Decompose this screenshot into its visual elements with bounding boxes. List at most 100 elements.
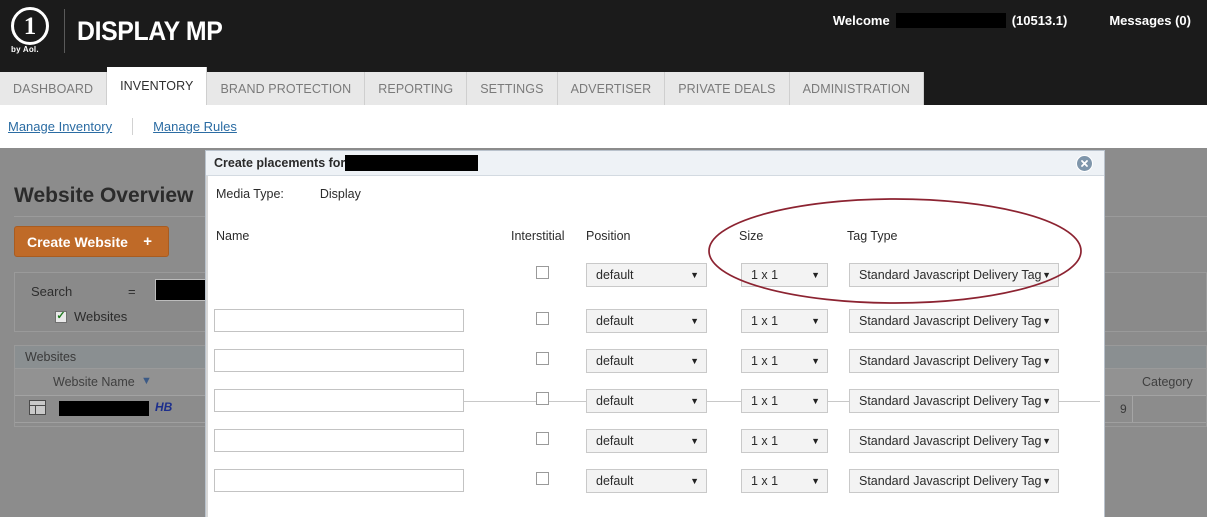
size-select[interactable]: 1 x 1 ▼ [741,263,828,287]
size-value: 1 x 1 [751,434,779,448]
tag-type-value: Standard Javascript Delivery Tag [859,354,1042,368]
tag-type-value: Standard Javascript Delivery Tag [859,268,1042,282]
logo-divider [64,9,65,53]
tab-advertiser[interactable]: ADVERTISER [557,72,666,105]
chevron-down-icon: ▼ [690,435,699,446]
logo-number: 1 [11,7,49,45]
chevron-down-icon: ▼ [811,435,820,446]
interstitial-checkbox[interactable] [536,312,549,325]
placement-row: default ▼ 1 x 1 ▼ Standard Javascript De… [206,381,1104,421]
media-type-row: Media Type: Display [216,187,361,201]
tab-private-deals[interactable]: PRIVATE DEALS [665,72,790,105]
chevron-down-icon: ▼ [1042,475,1051,486]
chevron-down-icon: ▼ [1042,355,1051,366]
chevron-down-icon: ▼ [690,475,699,486]
position-select[interactable]: default ▼ [586,309,707,333]
nav-tab-list: DASHBOARD INVENTORY BRAND PROTECTION REP… [0,67,925,105]
interstitial-checkbox[interactable] [536,432,549,445]
placement-name-input[interactable] [214,469,464,492]
tag-type-select[interactable]: Standard Javascript Delivery Tag ▼ [849,429,1059,453]
position-value: default [596,394,634,408]
create-placements-modal: Create placements for Media Type: Displa… [205,150,1105,517]
header-bidding-badge: HB [155,400,173,414]
tag-type-value: Standard Javascript Delivery Tag [859,314,1042,328]
interstitial-checkbox[interactable] [536,266,549,279]
position-value: default [596,474,634,488]
size-select[interactable]: 1 x 1 ▼ [741,469,828,493]
tab-settings[interactable]: SETTINGS [467,72,558,105]
subnav-divider [132,118,134,135]
tag-type-value: Standard Javascript Delivery Tag [859,394,1042,408]
redacted-username [895,13,1006,28]
chevron-down-icon: ▼ [811,269,820,280]
welcome-block: Welcome (10513.1) [832,13,1067,28]
placement-name-input[interactable] [214,349,464,372]
tag-type-select[interactable]: Standard Javascript Delivery Tag ▼ [849,263,1059,287]
search-operator: = [128,284,136,299]
column-website-name[interactable]: Website Name [53,375,135,389]
tag-type-select[interactable]: Standard Javascript Delivery Tag ▼ [849,309,1059,333]
placement-row: default ▼ 1 x 1 ▼ Standard Javascript De… [206,301,1104,341]
welcome-label: Welcome [832,13,890,28]
position-value: default [596,314,634,328]
websites-checkbox-label: Websites [74,309,128,324]
page-title: Website Overview [14,184,194,207]
messages-link[interactable]: Messages (0) [1109,13,1191,28]
header-size: Size [739,229,764,243]
placement-rows: default ▼ 1 x 1 ▼ Standard Javascript De… [206,255,1104,501]
position-select[interactable]: default ▼ [586,263,707,287]
interstitial-checkbox[interactable] [536,392,549,405]
size-select[interactable]: 1 x 1 ▼ [741,429,828,453]
websites-checkbox[interactable]: ✓ [55,310,67,323]
position-select[interactable]: default ▼ [586,429,707,453]
chevron-down-icon: ▼ [811,475,820,486]
category-count: 9 [1120,402,1127,416]
chevron-down-icon: ▼ [1042,315,1051,326]
position-value: default [596,268,634,282]
size-select[interactable]: 1 x 1 ▼ [741,309,828,333]
chevron-down-icon: ▼ [690,269,699,280]
position-select[interactable]: default ▼ [586,469,707,493]
create-website-button[interactable]: Create Website + [14,226,169,257]
tag-type-value: Standard Javascript Delivery Tag [859,474,1042,488]
brand-logo[interactable]: 1 by Aol. DISPLAY MP [8,5,235,57]
subnav-link-manage-inventory[interactable]: Manage Inventory [8,119,112,134]
placement-name-input[interactable] [214,309,464,332]
create-website-label: Create Website [27,233,128,250]
tab-reporting[interactable]: REPORTING [365,72,468,105]
website-table-icon [29,400,46,415]
chevron-down-icon: ▼ [1042,435,1051,446]
header-position: Position [586,229,631,243]
tag-type-select[interactable]: Standard Javascript Delivery Tag ▼ [849,349,1059,373]
size-select[interactable]: 1 x 1 ▼ [741,389,828,413]
chevron-down-icon: ▼ [1042,395,1051,406]
tab-brand-protection[interactable]: BRAND PROTECTION [207,72,366,105]
placement-row: default ▼ 1 x 1 ▼ Standard Javascript De… [206,421,1104,461]
position-select[interactable]: default ▼ [586,349,707,373]
chevron-down-icon: ▼ [1042,269,1051,280]
placement-name-input[interactable] [214,429,464,452]
tag-type-select[interactable]: Standard Javascript Delivery Tag ▼ [849,469,1059,493]
logo-subtitle: by Aol. [11,45,39,54]
chevron-down-icon: ▼ [811,315,820,326]
sort-arrow-icon[interactable]: ▼ [141,375,152,387]
close-icon[interactable] [1076,155,1093,172]
subnav-link-manage-rules[interactable]: Manage Rules [153,119,237,134]
redacted-website-title [345,155,479,171]
placement-row-template: default ▼ 1 x 1 ▼ Standard Javascript De… [206,255,1104,295]
tab-administration[interactable]: ADMINISTRATION [789,72,925,105]
tab-dashboard[interactable]: DASHBOARD [0,72,108,105]
interstitial-checkbox[interactable] [536,472,549,485]
interstitial-checkbox[interactable] [536,352,549,365]
tag-type-value: Standard Javascript Delivery Tag [859,434,1042,448]
tag-type-select[interactable]: Standard Javascript Delivery Tag ▼ [849,389,1059,413]
search-scope-row: ✓ Websites [55,309,127,324]
column-category[interactable]: Category [1142,375,1193,389]
chevron-down-icon: ▼ [690,315,699,326]
media-type-label: Media Type: [216,187,284,201]
tab-inventory[interactable]: INVENTORY [107,67,208,105]
size-select[interactable]: 1 x 1 ▼ [741,349,828,373]
main-nav-bar: DASHBOARD INVENTORY BRAND PROTECTION REP… [0,62,1207,105]
placement-name-input[interactable] [214,389,464,412]
position-select[interactable]: default ▼ [586,389,707,413]
